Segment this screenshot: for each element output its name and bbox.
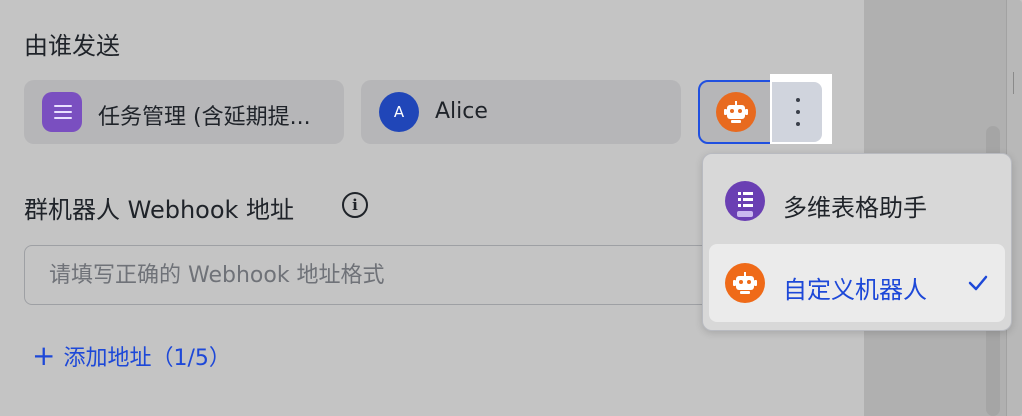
sender-option-label: 任务管理 (含延期提... xyxy=(98,105,311,130)
plus-icon: + xyxy=(32,339,56,372)
more-vertical-icon xyxy=(772,82,822,142)
menu-item-label: 自定义机器人 xyxy=(783,276,927,304)
sender-dropdown-menu: 多维表格助手 自定义机器人 xyxy=(702,153,1012,331)
sender-option-label: Alice xyxy=(435,99,488,124)
sender-option-alice[interactable]: A Alice xyxy=(361,80,681,144)
webhook-url-input[interactable] xyxy=(24,245,818,305)
sender-option-task-manager[interactable]: 任务管理 (含延期提... xyxy=(24,80,344,144)
sender-section-title: 由谁发送 xyxy=(24,32,120,60)
more-options-button[interactable] xyxy=(770,74,832,144)
menu-item-bitable-assistant[interactable]: 多维表格助手 xyxy=(709,162,1005,240)
check-icon xyxy=(968,275,988,291)
user-avatar: A xyxy=(379,92,419,132)
webhook-label: 群机器人 Webhook 地址 xyxy=(24,196,295,224)
robot-icon xyxy=(725,263,765,303)
robot-icon xyxy=(716,92,756,132)
add-address-label: 添加地址（1/5） xyxy=(63,346,231,371)
add-address-link[interactable]: + 添加地址（1/5） xyxy=(32,340,231,372)
window: 由谁发送 任务管理 (含延期提... A Alice 群机器人 Webhook … xyxy=(0,0,1022,416)
list-app-icon xyxy=(42,92,82,132)
info-icon[interactable]: i xyxy=(342,192,368,218)
menu-item-custom-robot[interactable]: 自定义机器人 xyxy=(709,244,1005,322)
bitable-bot-icon xyxy=(725,181,765,221)
menu-item-label: 多维表格助手 xyxy=(783,194,927,222)
